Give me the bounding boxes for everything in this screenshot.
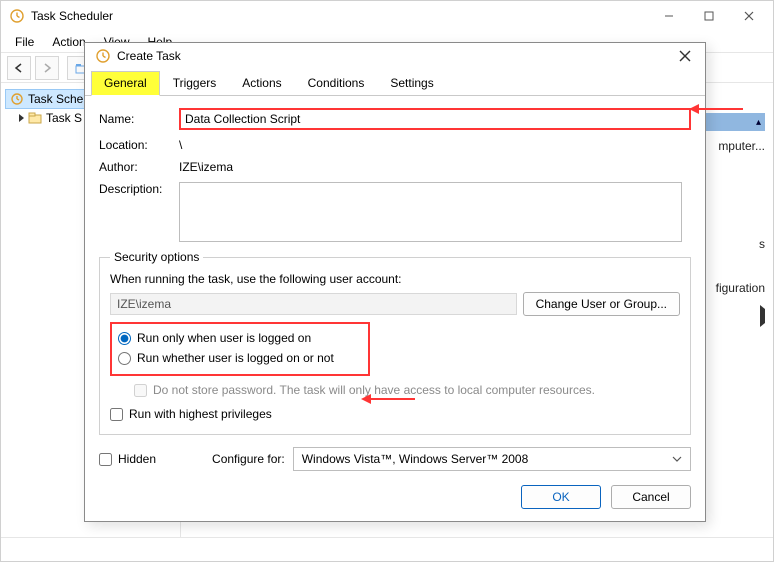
configure-for-value: Windows Vista™, Windows Server™ 2008 [302,452,529,466]
back-button[interactable] [7,56,31,80]
clock-icon [95,48,111,64]
highest-privileges-checkbox[interactable] [110,408,123,421]
right-arrow-icon [760,309,765,323]
ok-button[interactable]: OK [521,485,601,509]
no-store-password-row: Do not store password. The task will onl… [134,376,680,404]
tab-actions[interactable]: Actions [229,71,294,96]
label-name: Name: [99,112,179,126]
main-titlebar: Task Scheduler [1,1,773,31]
logon-radio-group: Run only when user is logged on Run whet… [110,322,370,376]
radio-whether[interactable]: Run whether user is logged on or not [118,348,360,368]
name-input[interactable] [179,108,691,130]
value-author: IZE\izema [179,160,691,174]
label-description: Description: [99,182,179,196]
folder-icon [28,112,42,124]
hidden-row[interactable]: Hidden [99,449,156,469]
tab-settings[interactable]: Settings [377,71,446,96]
window-controls [649,2,769,30]
dialog-body: Name: Location: \ Author: IZE\izema Desc… [85,96,705,479]
tab-triggers[interactable]: Triggers [160,71,230,96]
forward-button[interactable] [35,56,59,80]
dialog-titlebar: Create Task [85,43,705,68]
create-task-dialog: Create Task General Triggers Actions Con… [84,42,706,522]
description-input[interactable] [179,182,682,242]
menu-file[interactable]: File [7,33,42,51]
main-title: Task Scheduler [31,9,649,23]
hidden-checkbox[interactable] [99,453,112,466]
change-user-button[interactable]: Change User or Group... [523,292,680,316]
account-display: IZE\izema [110,293,517,315]
configure-for-label: Configure for: [212,452,285,466]
value-location: \ [179,138,691,152]
tree-child-label: Task S [46,111,82,125]
close-button[interactable] [729,2,769,30]
label-author: Author: [99,160,179,174]
chevron-down-icon [672,456,682,462]
radio-whether-label: Run whether user is logged on or not [137,351,334,365]
security-legend: Security options [110,250,203,264]
radio-logged-on-label: Run only when user is logged on [137,331,311,345]
tab-conditions[interactable]: Conditions [295,71,378,96]
dialog-buttons: OK Cancel [85,479,705,521]
clock-icon [10,92,24,106]
dialog-close-button[interactable] [671,44,699,68]
security-when-running: When running the task, use the following… [110,272,680,286]
right-text-1: mputer... [718,139,765,153]
tab-general[interactable]: General [91,71,160,96]
radio-whether-input[interactable] [118,352,131,365]
hidden-label: Hidden [118,452,156,466]
right-text-3: figuration [716,281,765,295]
dialog-title: Create Task [117,49,671,63]
maximize-button[interactable] [689,2,729,30]
minimize-button[interactable] [649,2,689,30]
no-store-password-label: Do not store password. The task will onl… [153,383,595,397]
security-options: Security options When running the task, … [99,250,691,435]
statusbar [1,537,773,561]
clock-icon [9,8,25,24]
configure-for-select[interactable]: Windows Vista™, Windows Server™ 2008 [293,447,691,471]
radio-logged-on-input[interactable] [118,332,131,345]
label-location: Location: [99,138,179,152]
dialog-tabs: General Triggers Actions Conditions Sett… [85,68,705,96]
column-header[interactable]: ▴ [703,113,765,131]
expand-icon [19,114,24,122]
radio-logged-on[interactable]: Run only when user is logged on [118,328,360,348]
tree-root-label: Task Sche [28,92,83,106]
no-store-password-checkbox [134,384,147,397]
right-text-2: s [759,237,765,251]
highest-privileges-row[interactable]: Run with highest privileges [110,404,680,424]
cancel-button[interactable]: Cancel [611,485,691,509]
highest-privileges-label: Run with highest privileges [129,407,272,421]
